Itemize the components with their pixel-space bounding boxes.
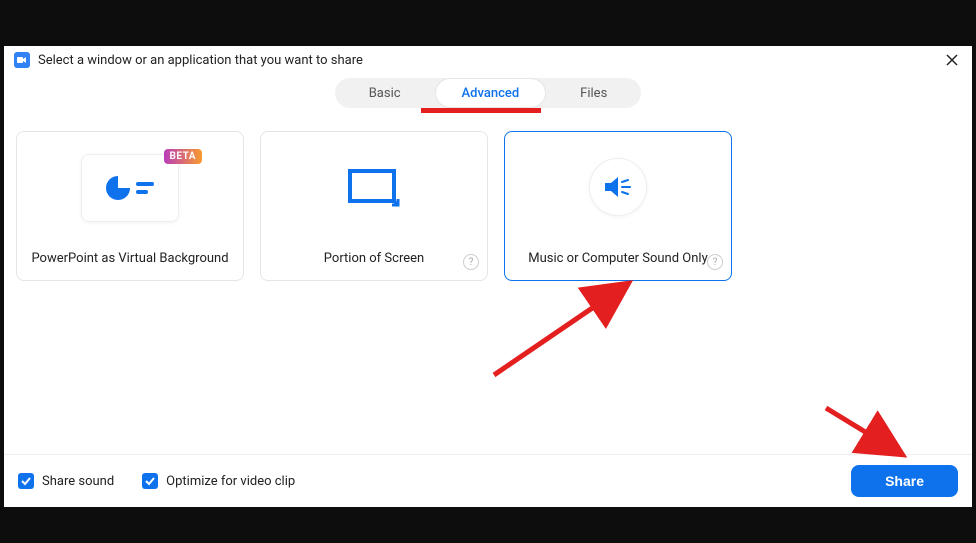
tabs-container: Basic Advanced Files — [4, 78, 972, 108]
options-grid: BETA PowerPoint as Virtual Background Po… — [4, 113, 972, 454]
option-portion-of-screen[interactable]: Portion of Screen ? — [260, 131, 488, 281]
titlebar: Select a window or an application that y… — [4, 46, 972, 74]
dialog-footer: Share sound Optimize for video clip Shar… — [4, 454, 972, 507]
tab-advanced[interactable]: Advanced — [435, 78, 547, 108]
share-sound-checkbox[interactable]: Share sound — [18, 473, 114, 489]
option-preview: BETA — [81, 154, 179, 222]
share-button[interactable]: Share — [851, 465, 958, 497]
option-computer-sound-only[interactable]: Music or Computer Sound Only ? — [504, 131, 732, 281]
slide-icon — [106, 176, 154, 200]
option-preview — [589, 158, 647, 216]
checkbox-checked-icon — [18, 473, 34, 489]
option-powerpoint-virtual-background[interactable]: BETA PowerPoint as Virtual Background — [16, 131, 244, 281]
zoom-logo-icon — [14, 52, 30, 68]
window-title: Select a window or an application that y… — [38, 53, 363, 68]
crop-region-icon — [348, 169, 400, 207]
checkbox-checked-icon — [142, 473, 158, 489]
option-preview — [325, 154, 423, 222]
optimize-video-checkbox[interactable]: Optimize for video clip — [142, 473, 295, 489]
beta-badge: BETA — [164, 149, 203, 164]
tab-basic[interactable]: Basic — [335, 78, 435, 108]
checkbox-label: Optimize for video clip — [166, 474, 295, 489]
checkbox-label: Share sound — [42, 474, 114, 489]
tab-files[interactable]: Files — [546, 78, 641, 108]
speaker-icon — [603, 175, 633, 199]
option-label: PowerPoint as Virtual Background — [31, 251, 228, 266]
close-icon — [946, 54, 958, 66]
option-label: Portion of Screen — [324, 251, 424, 266]
help-icon[interactable]: ? — [707, 254, 723, 270]
share-screen-dialog: Select a window or an application that y… — [4, 46, 972, 507]
tab-group: Basic Advanced Files — [335, 78, 642, 108]
close-button[interactable] — [942, 50, 962, 74]
annotation-underline — [421, 108, 541, 113]
option-label: Music or Computer Sound Only — [528, 251, 707, 266]
help-icon[interactable]: ? — [463, 254, 479, 270]
